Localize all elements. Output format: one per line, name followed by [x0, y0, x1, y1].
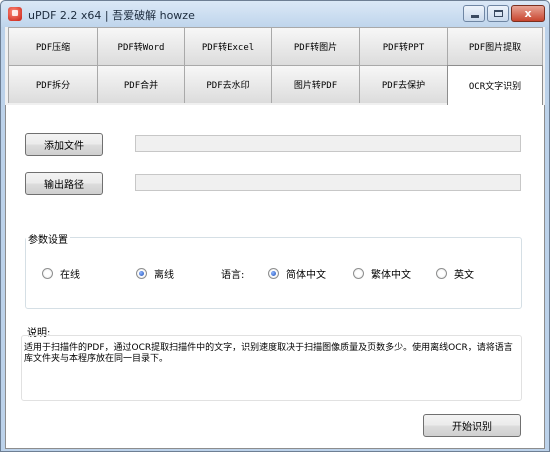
start-recognition-button[interactable]: 开始识别 — [423, 414, 521, 437]
lang-traditional-label: 繁体中文 — [371, 270, 411, 281]
add-file-button[interactable]: 添加文件 — [25, 133, 103, 156]
mode-offline-label: 离线 — [154, 270, 174, 281]
tab-pdf-to-excel[interactable]: PDF转Excel — [184, 27, 272, 65]
ocr-panel: 添加文件 输出路径 参数设置 在线 离线 语言: 简体中文 繁体中文 英文 说明… — [5, 105, 545, 449]
mode-online-label: 在线 — [60, 270, 80, 281]
lang-english-radio[interactable]: 英文 — [436, 266, 474, 281]
lang-simplified-radio[interactable]: 简体中文 — [268, 266, 326, 281]
mode-offline-radio[interactable]: 离线 — [136, 266, 174, 281]
input-file-field[interactable] — [135, 135, 521, 152]
client-area: PDF压缩 PDF转Word PDF转Excel PDF转图片 PDF转PPT … — [5, 27, 545, 449]
radio-circle — [436, 268, 447, 279]
close-button[interactable]: x — [511, 5, 545, 22]
tab-pdf-remove-protection[interactable]: PDF去保护 — [359, 65, 448, 103]
radio-circle — [353, 268, 364, 279]
tab-ocr-text-recognition[interactable]: OCR文字识别 — [447, 65, 543, 105]
minimize-icon — [471, 15, 479, 18]
tab-pdf-to-ppt[interactable]: PDF转PPT — [359, 27, 448, 65]
app-window: uPDF 2.2 x64 | 吾爱破解 howze x PDF压缩 PDF转Wo… — [0, 0, 550, 452]
minimize-button[interactable] — [463, 5, 485, 22]
tab-pdf-split[interactable]: PDF拆分 — [8, 65, 98, 103]
lang-english-label: 英文 — [454, 270, 474, 281]
close-icon: x — [524, 7, 532, 20]
radio-circle-checked — [136, 268, 147, 279]
app-icon — [8, 7, 22, 21]
tab-pdf-to-word[interactable]: PDF转Word — [97, 27, 185, 65]
maximize-icon — [494, 10, 503, 17]
tab-pdf-to-image[interactable]: PDF转图片 — [271, 27, 360, 65]
radio-circle-checked — [268, 268, 279, 279]
description-text: 适用于扫描件的PDF，通过OCR提取扫描件中的文字，识别速度取决于扫描图像质量及… — [24, 343, 513, 364]
tab-pdf-remove-watermark[interactable]: PDF去水印 — [184, 65, 272, 103]
output-path-field[interactable] — [135, 174, 521, 191]
window-title: uPDF 2.2 x64 | 吾爱破解 howze — [28, 9, 195, 22]
mode-online-radio[interactable]: 在线 — [42, 266, 80, 281]
maximize-button[interactable] — [487, 5, 509, 22]
params-group-label: 参数设置 — [26, 231, 70, 246]
output-path-button[interactable]: 输出路径 — [25, 172, 103, 195]
lang-simplified-label: 简体中文 — [286, 270, 326, 281]
tab-pdf-merge[interactable]: PDF合并 — [97, 65, 185, 103]
radio-circle — [42, 268, 53, 279]
tab-image-to-pdf[interactable]: 图片转PDF — [271, 65, 360, 103]
title-bar[interactable]: uPDF 2.2 x64 | 吾爱破解 howze x — [1, 1, 549, 27]
tab-pdf-image-extract[interactable]: PDF图片提取 — [447, 27, 543, 65]
language-label: 语言: — [221, 270, 245, 281]
tab-pdf-compress[interactable]: PDF压缩 — [8, 27, 98, 65]
lang-traditional-radio[interactable]: 繁体中文 — [353, 266, 411, 281]
